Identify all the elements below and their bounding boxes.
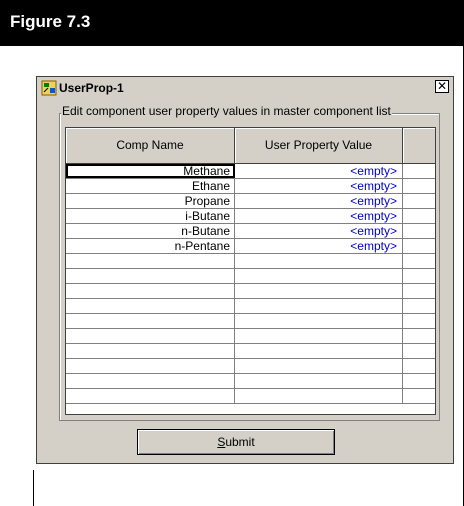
blank-cell bbox=[403, 224, 435, 238]
user-property-value-cell[interactable] bbox=[235, 299, 403, 313]
user-property-value-cell[interactable] bbox=[235, 389, 403, 403]
table-row[interactable]: n-Butane <empty> bbox=[66, 224, 435, 239]
user-property-value-cell[interactable] bbox=[235, 359, 403, 373]
blank-cell bbox=[403, 389, 435, 403]
user-property-value-cell[interactable] bbox=[235, 284, 403, 298]
comp-name-cell[interactable]: Ethane bbox=[66, 179, 235, 193]
comp-name-cell[interactable] bbox=[66, 269, 235, 283]
table-row[interactable]: i-Butane <empty> bbox=[66, 209, 435, 224]
column-header-comp-name[interactable]: Comp Name bbox=[66, 128, 235, 163]
blank-cell bbox=[403, 284, 435, 298]
user-property-value-cell[interactable] bbox=[235, 269, 403, 283]
comp-name-cell[interactable] bbox=[66, 284, 235, 298]
blank-cell bbox=[403, 239, 435, 253]
user-property-value-cell[interactable] bbox=[235, 314, 403, 328]
blank-cell bbox=[403, 344, 435, 358]
blank-cell bbox=[403, 374, 435, 388]
table-row[interactable] bbox=[66, 284, 435, 299]
column-header-blank bbox=[403, 128, 435, 163]
table-row[interactable] bbox=[66, 314, 435, 329]
comp-name-cell[interactable] bbox=[66, 389, 235, 403]
user-property-value-cell[interactable] bbox=[235, 329, 403, 343]
comp-name-cell[interactable]: i-Butane bbox=[66, 209, 235, 223]
user-property-value-cell[interactable]: <empty> bbox=[235, 224, 403, 238]
group-box-label: Edit component user property values in m… bbox=[61, 104, 392, 118]
comp-name-cell[interactable] bbox=[66, 254, 235, 268]
close-button[interactable]: ✕ bbox=[435, 80, 449, 93]
user-property-value-cell[interactable] bbox=[235, 344, 403, 358]
component-grid: Comp Name User Property Value Methane <em… bbox=[65, 127, 436, 415]
table-row[interactable]: Propane <empty> bbox=[66, 194, 435, 209]
table-row[interactable] bbox=[66, 359, 435, 374]
comp-name-cell[interactable]: n-Pentane bbox=[66, 239, 235, 253]
table-row[interactable]: n-Pentane <empty> bbox=[66, 239, 435, 254]
figure-border-left bbox=[33, 470, 34, 506]
column-header-user-property-value[interactable]: User Property Value bbox=[235, 128, 403, 163]
comp-name-cell[interactable]: n-Butane bbox=[66, 224, 235, 238]
table-row[interactable] bbox=[66, 374, 435, 389]
blank-cell bbox=[403, 164, 435, 178]
blank-cell bbox=[403, 254, 435, 268]
user-property-value-cell[interactable] bbox=[235, 254, 403, 268]
comp-name-cell[interactable]: Propane bbox=[66, 194, 235, 208]
comp-name-cell[interactable] bbox=[66, 344, 235, 358]
window-title: UserProp-1 bbox=[59, 81, 124, 95]
figure-header: Figure 7.3 bbox=[0, 0, 464, 46]
blank-cell bbox=[403, 359, 435, 373]
blank-cell bbox=[403, 314, 435, 328]
window-titlebar[interactable]: UserProp-1 ✕ bbox=[37, 77, 453, 99]
table-row[interactable] bbox=[66, 254, 435, 269]
blank-cell bbox=[403, 209, 435, 223]
user-property-value-cell[interactable]: <empty> bbox=[235, 239, 403, 253]
comp-name-cell[interactable] bbox=[66, 329, 235, 343]
comp-name-cell[interactable] bbox=[66, 314, 235, 328]
user-property-value-cell[interactable]: <empty> bbox=[235, 179, 403, 193]
comp-name-cell[interactable]: Methane bbox=[66, 164, 235, 178]
table-row[interactable]: Ethane <empty> bbox=[66, 179, 435, 194]
blank-cell bbox=[403, 299, 435, 313]
submit-button[interactable]: Submit bbox=[137, 429, 335, 455]
table-row[interactable] bbox=[66, 269, 435, 284]
comp-name-cell[interactable] bbox=[66, 299, 235, 313]
blank-cell bbox=[403, 194, 435, 208]
blank-cell bbox=[403, 329, 435, 343]
comp-name-cell[interactable] bbox=[66, 359, 235, 373]
user-property-value-cell[interactable] bbox=[235, 374, 403, 388]
table-row[interactable] bbox=[66, 344, 435, 359]
table-row[interactable] bbox=[66, 299, 435, 314]
grid-rows: Methane <empty> Ethane <empty> Propane <empty… bbox=[66, 164, 435, 404]
user-property-value-cell[interactable]: <empty> bbox=[235, 194, 403, 208]
blank-cell bbox=[403, 179, 435, 193]
submit-label: ubmit bbox=[225, 435, 255, 449]
user-property-value-cell[interactable]: <empty> bbox=[235, 209, 403, 223]
table-row[interactable] bbox=[66, 329, 435, 344]
user-property-value-cell[interactable]: <empty> bbox=[235, 164, 403, 178]
userprop-window: UserProp-1 ✕ Edit component user propert… bbox=[36, 76, 454, 464]
blank-cell bbox=[403, 269, 435, 283]
figure-title: Figure 7.3 bbox=[10, 12, 91, 31]
table-row[interactable] bbox=[66, 389, 435, 404]
table-row[interactable]: Methane <empty> bbox=[66, 164, 435, 179]
close-icon: ✕ bbox=[436, 79, 448, 93]
app-icon bbox=[41, 80, 57, 96]
comp-name-cell[interactable] bbox=[66, 374, 235, 388]
grid-header: Comp Name User Property Value bbox=[66, 128, 435, 164]
